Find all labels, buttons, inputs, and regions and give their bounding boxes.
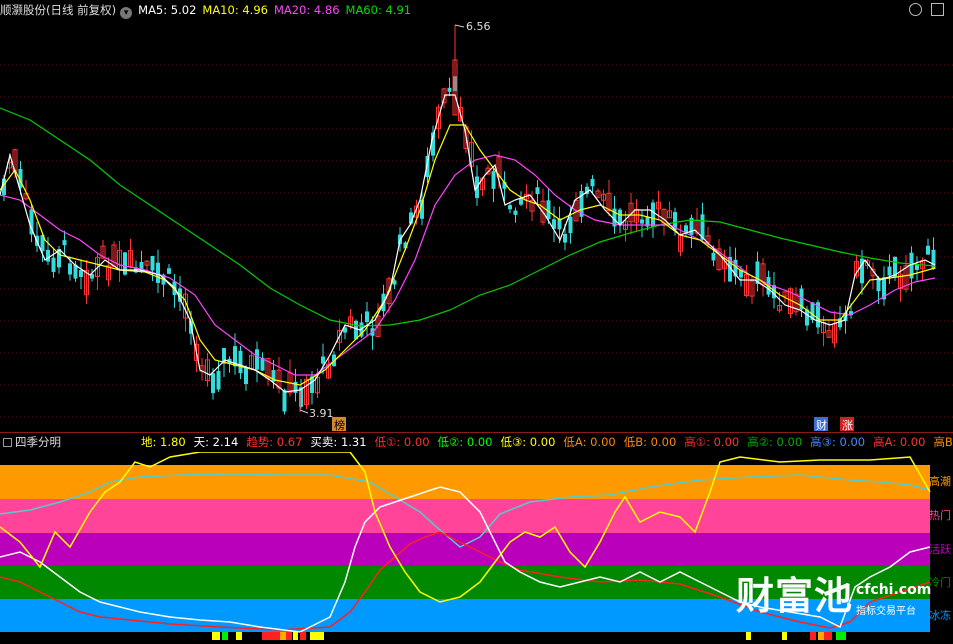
candle-body — [590, 179, 595, 187]
candle-body — [491, 171, 496, 189]
indicator-value-1: 天: 2.14 — [193, 435, 239, 449]
indicator-title-bar: 四季分明 地: 1.80 天: 2.14 趋势: 0.67 买卖: 1.31 低①: 0.… — [0, 432, 953, 452]
candle-body — [255, 349, 259, 370]
watermark-subtitle: 指标交易平台 — [856, 606, 916, 617]
candle-body — [508, 205, 512, 210]
ma10-line — [0, 124, 936, 386]
candle-body — [282, 389, 287, 412]
candle-body — [640, 219, 644, 224]
candle-body — [156, 262, 160, 283]
maximize-icon[interactable] — [931, 3, 944, 16]
indicator-value-13: 高B: 0.00 — [933, 435, 953, 449]
indicator-value-10: 高②: 0.00 — [747, 435, 803, 449]
candle-body — [926, 245, 930, 255]
watermark-url: cfchi.com — [856, 582, 932, 598]
ma60-label: MA60: 4.91 — [345, 3, 412, 17]
indicator-value-11: 高③: 0.00 — [810, 435, 866, 449]
candle-body — [365, 311, 369, 323]
indicator-value-12: 高A: 0.00 — [873, 435, 926, 449]
candle-body — [887, 266, 892, 276]
window-controls — [909, 3, 949, 17]
indicator-value-9: 高①: 0.00 — [684, 435, 740, 449]
indicator-value-5: 低②: 0.00 — [437, 435, 493, 449]
candle-body — [711, 252, 716, 261]
indicator-value-6: 低③: 0.00 — [500, 435, 556, 449]
candle-body — [684, 225, 688, 233]
chevron-down-icon[interactable]: ▾ — [120, 7, 133, 19]
candle-body — [447, 87, 452, 92]
indicator-value-4: 低①: 0.00 — [374, 435, 430, 449]
indicator-toggle-icon[interactable] — [3, 438, 12, 447]
zone-label-1: 热门 — [929, 509, 951, 522]
indicator-value-7: 低A: 0.00 — [563, 435, 616, 449]
candle-body — [563, 233, 567, 243]
candle-body — [123, 252, 127, 275]
ma5-label: MA5: 5.02 — [138, 3, 197, 17]
indicator-value-3: 买卖: 1.31 — [310, 435, 367, 449]
candle-body — [167, 268, 171, 274]
zone-label-0: 高潮 — [929, 475, 951, 488]
watermark-logo: 财富池 cfchi.com 指标交易平台 — [736, 574, 946, 622]
candle-body — [321, 356, 325, 364]
candle-body — [46, 249, 50, 262]
candle-body — [62, 240, 67, 246]
candle-body — [51, 257, 56, 273]
candle-body — [651, 202, 655, 227]
candlestick-chart[interactable]: 6.56 3.91 榜 财 涨 — [0, 20, 953, 432]
badge-zhang-text: 涨 — [842, 419, 853, 432]
candle-body — [535, 187, 540, 195]
candle-body — [568, 216, 573, 234]
ma10-label: MA10: 4.96 — [202, 3, 268, 17]
candle-body — [216, 371, 221, 390]
watermark-big-text: 财富池 — [736, 574, 854, 618]
candle-body — [68, 263, 72, 275]
indicator-values: 地: 1.80 天: 2.14 趋势: 0.67 买卖: 1.31 低①: 0.00 低②… — [141, 435, 953, 449]
indicator-name[interactable]: 四季分明 — [15, 435, 61, 449]
indicator-value-8: 低B: 0.00 — [623, 435, 677, 449]
candle-body — [354, 320, 358, 340]
zone-label-2: 活跃 — [929, 543, 951, 556]
candle-body — [150, 255, 155, 271]
settings-gear-icon[interactable] — [909, 3, 922, 16]
indicator-value-2: 趋势: 0.67 — [246, 435, 303, 449]
chart-header: 顺灏股份(日线 前复权) ▾ MA5: 5.02 MA10: 4.96 MA20: 4.… — [0, 0, 953, 20]
high-price-label: 6.56 — [466, 20, 491, 33]
badge-bang-text: 榜 — [334, 418, 345, 432]
candle-body — [238, 350, 243, 374]
low-price-label: 3.91 — [309, 407, 334, 420]
badge-cai-text: 财 — [816, 418, 827, 432]
candle-body — [513, 210, 518, 215]
ma20-label: MA20: 4.86 — [273, 3, 340, 17]
candle-body — [79, 270, 83, 277]
candle-body — [618, 209, 622, 225]
candle-body — [244, 367, 248, 385]
indicator-value-0: 地: 1.80 — [141, 435, 186, 449]
candle-body — [211, 373, 215, 394]
stock-title[interactable]: 顺灏股份(日线 前复权) — [0, 3, 116, 17]
